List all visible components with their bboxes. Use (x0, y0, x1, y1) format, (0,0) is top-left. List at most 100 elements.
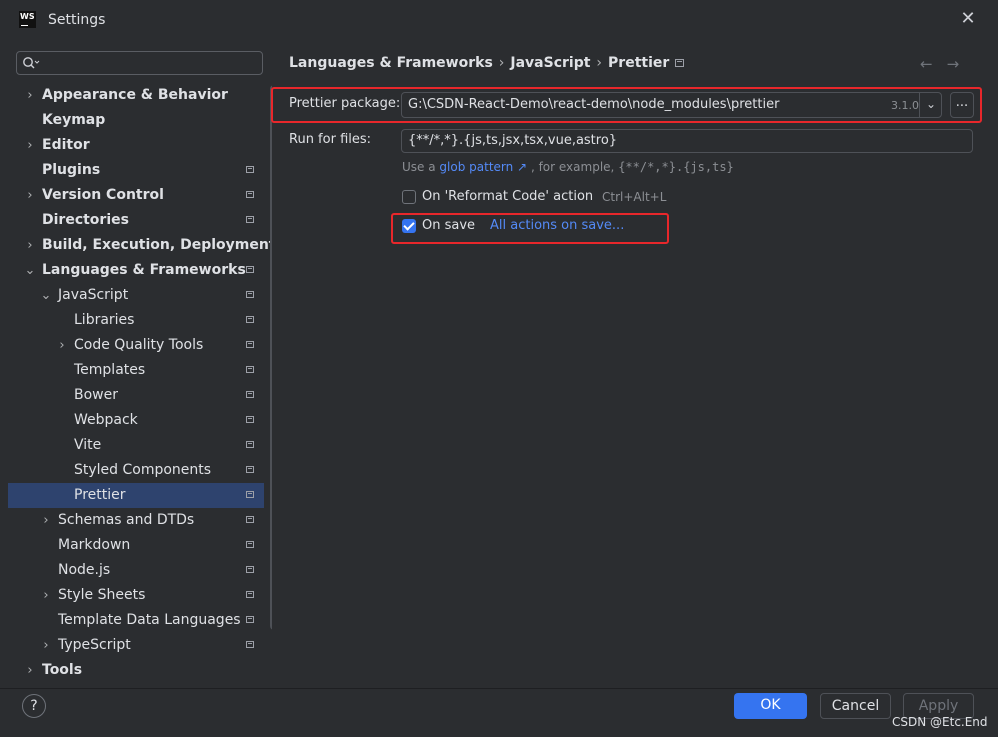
project-scope-icon (246, 466, 254, 473)
sidebar-item-label: Markdown (58, 537, 131, 553)
sidebar-item[interactable]: › Style Sheets (8, 583, 264, 608)
glob-hint: Use a glob pattern ↗ , for example, {**/… (402, 160, 734, 174)
reformat-label[interactable]: On 'Reformat Code' action (422, 189, 593, 204)
sidebar-item[interactable]: Libraries (8, 308, 264, 333)
back-arrow-icon[interactable]: ← (920, 55, 947, 73)
sidebar-item[interactable]: Keymap (8, 108, 264, 133)
chevron-right-icon[interactable]: › (40, 633, 52, 658)
breadcrumb-item: Prettier (608, 55, 670, 71)
breadcrumb-item[interactable]: Languages & Frameworks (289, 55, 493, 71)
window-title: Settings (48, 12, 106, 28)
run-for-files-value: {**/*,*}.{js,ts,jsx,tsx,vue,astro} (408, 133, 618, 148)
highlight-box (391, 213, 669, 244)
sidebar-item[interactable]: Directories (8, 208, 264, 233)
project-scope-icon (246, 491, 254, 498)
run-for-files-input[interactable]: {**/*,*}.{js,ts,jsx,tsx,vue,astro} (401, 129, 973, 153)
project-scope-icon (246, 341, 254, 348)
sidebar-item-label: Keymap (42, 112, 106, 128)
project-scope-icon (246, 166, 254, 173)
highlight-box (271, 87, 982, 123)
sidebar-item-label: Code Quality Tools (74, 337, 204, 353)
breadcrumb-separator: › (596, 55, 603, 71)
sidebar-item[interactable]: Vite (8, 433, 264, 458)
project-scope-icon (246, 266, 254, 273)
webstorm-logo-icon: WS (19, 11, 36, 28)
dialog-footer: ? OK Cancel Apply CSDN @Etc.End (0, 688, 998, 737)
forward-arrow-icon[interactable]: → (947, 55, 974, 73)
project-scope-icon (246, 641, 254, 648)
chevron-down-icon[interactable]: ⌄ (24, 258, 36, 283)
sidebar-item[interactable]: › Code Quality Tools (8, 333, 264, 358)
sidebar-item-label: Plugins (42, 162, 101, 178)
sidebar-item-label: Style Sheets (58, 587, 146, 603)
run-for-files-label: Run for files: (289, 132, 372, 147)
sidebar-item-label: Bower (74, 387, 118, 403)
sidebar-item[interactable]: › TypeScript (8, 633, 264, 658)
cancel-button[interactable]: Cancel (820, 693, 891, 719)
sidebar-item[interactable]: Styled Components (8, 458, 264, 483)
chevron-right-icon[interactable]: › (40, 583, 52, 608)
chevron-right-icon[interactable]: › (24, 83, 36, 108)
sidebar-item-label: Libraries (74, 312, 135, 328)
sidebar-item[interactable]: ⌄ Languages & Frameworks (8, 258, 264, 283)
close-icon[interactable]: ✕ (959, 9, 977, 29)
search-input[interactable] (16, 51, 263, 75)
sidebar-item[interactable]: › Tools (8, 658, 264, 683)
sidebar-item[interactable]: Template Data Languages (8, 608, 264, 633)
sidebar-item[interactable]: › Editor (8, 133, 264, 158)
sidebar-item-label: TypeScript (58, 637, 131, 653)
sidebar-item-label: Appearance & Behavior (42, 87, 228, 103)
sidebar-item-label: Template Data Languages (58, 612, 241, 628)
sidebar-item-label: Tools (42, 662, 83, 678)
history-nav: ←→ (920, 55, 973, 73)
sidebar-item[interactable]: Markdown (8, 533, 264, 558)
sidebar-item-label: Webpack (74, 412, 138, 428)
breadcrumb: Languages & Frameworks › JavaScript › Pretti… (289, 55, 685, 71)
sidebar-item[interactable]: Templates (8, 358, 264, 383)
project-scope-icon (246, 316, 254, 323)
chevron-right-icon[interactable]: › (24, 183, 36, 208)
chevron-down-icon[interactable]: ⌄ (40, 283, 52, 308)
sidebar-item[interactable]: › Build, Execution, Deployment (8, 233, 275, 258)
ok-button[interactable]: OK (734, 693, 807, 719)
hint-text: , for example, (530, 160, 615, 174)
sidebar-item-label: JavaScript (58, 287, 129, 303)
chevron-right-icon[interactable]: › (24, 233, 36, 258)
sidebar-item-label: Build, Execution, Deployment (42, 237, 276, 253)
sidebar-item-label: Node.js (58, 562, 111, 578)
reformat-shortcut: Ctrl+Alt+L (602, 190, 667, 204)
breadcrumb-separator: › (498, 55, 505, 71)
project-scope-icon (675, 58, 685, 67)
sidebar-item[interactable]: › Version Control (8, 183, 264, 208)
chevron-right-icon[interactable]: › (24, 658, 36, 683)
sidebar-item[interactable]: Prettier (8, 483, 264, 508)
help-button[interactable]: ? (22, 694, 46, 718)
sidebar-item[interactable]: › Schemas and DTDs (8, 508, 264, 533)
sidebar-item-label: Prettier (74, 487, 126, 503)
sidebar-item-label: Version Control (42, 187, 164, 203)
hint-example: {**/*,*}.{js,ts} (618, 160, 734, 174)
project-scope-icon (246, 191, 254, 198)
sidebar-item[interactable]: › Appearance & Behavior (8, 83, 264, 108)
sidebar-item[interactable]: Webpack (8, 408, 264, 433)
sidebar-item[interactable]: Plugins (8, 158, 264, 183)
chevron-right-icon[interactable]: › (56, 333, 68, 358)
sidebar-item-label: Directories (42, 212, 129, 228)
title-bar: WS Settings ✕ (0, 0, 998, 40)
settings-sidebar: › Appearance & Behavior Keymap › Editor Plugi… (8, 40, 278, 688)
glob-pattern-link[interactable]: glob pattern ↗ (439, 160, 527, 174)
chevron-right-icon[interactable]: › (40, 508, 52, 533)
reformat-checkbox[interactable] (402, 190, 416, 204)
project-scope-icon (246, 366, 254, 373)
project-scope-icon (246, 541, 254, 548)
sidebar-item-label: Editor (42, 137, 90, 153)
sidebar-item-label: Templates (74, 362, 146, 378)
sidebar-item-label: Vite (74, 437, 102, 453)
sidebar-item[interactable]: ⌄ JavaScript (8, 283, 264, 308)
project-scope-icon (246, 416, 254, 423)
project-scope-icon (246, 291, 254, 298)
sidebar-item[interactable]: Node.js (8, 558, 264, 583)
sidebar-item[interactable]: Bower (8, 383, 264, 408)
breadcrumb-item[interactable]: JavaScript (510, 55, 590, 71)
chevron-right-icon[interactable]: › (24, 133, 36, 158)
